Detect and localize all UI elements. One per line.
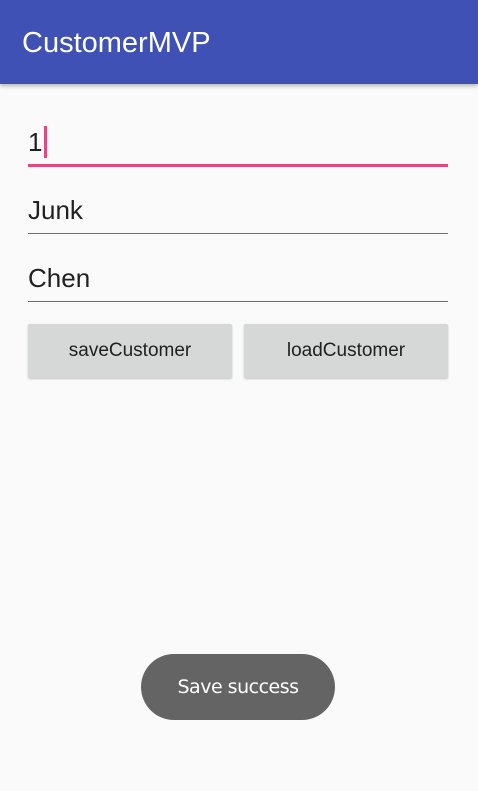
id-field[interactable]: 1 (28, 120, 448, 167)
first-name-field-underline (28, 233, 448, 234)
first-name-field[interactable]: Junk (28, 188, 448, 234)
last-name-field-value: Chen (28, 263, 91, 293)
app-title: CustomerMVP (22, 27, 211, 59)
last-name-field[interactable]: Chen (28, 256, 448, 302)
id-field-value: 1 (28, 127, 43, 157)
text-cursor (44, 126, 48, 158)
load-customer-button[interactable]: loadCustomer (244, 324, 448, 378)
id-field-underline (28, 164, 448, 167)
save-customer-button[interactable]: saveCustomer (28, 324, 232, 378)
app-bar: CustomerMVP (0, 0, 478, 84)
first-name-field-value: Junk (28, 195, 83, 225)
toast-message: Save success (141, 654, 335, 720)
last-name-field-underline (28, 301, 448, 302)
